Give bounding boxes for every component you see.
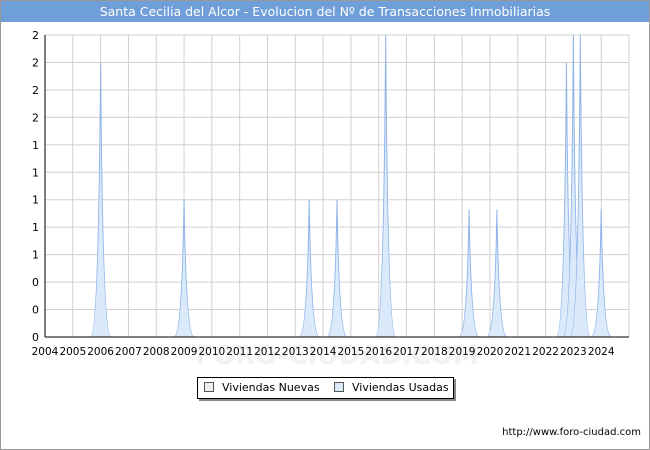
legend-label-nuevas: Viviendas Nuevas [222, 381, 320, 394]
x-tick-label: 2024 [588, 346, 615, 358]
legend-item-nuevas: Viviendas Nuevas [204, 381, 320, 395]
x-tick-label: 2014 [310, 346, 337, 358]
x-tick-label: 2008 [143, 346, 170, 358]
x-tick-label: 2021 [504, 346, 531, 358]
x-tick-label: 2017 [393, 346, 420, 358]
x-tick-label: 2020 [477, 346, 504, 358]
y-tick-label: 1 [32, 139, 39, 152]
x-tick-label: 2011 [226, 346, 253, 358]
legend-item-usadas: Viviendas Usadas [334, 381, 449, 395]
y-tick-label: 2 [32, 111, 39, 124]
x-tick-label: 2007 [115, 346, 142, 358]
x-tick-label: 2019 [449, 346, 476, 358]
x-tick-label: 2005 [59, 346, 86, 358]
x-tick-label: 2018 [421, 346, 448, 358]
legend: Viviendas Nuevas Viviendas Usadas [197, 377, 454, 399]
y-tick-label: 0 [32, 304, 39, 317]
legend-label-usadas: Viviendas Usadas [352, 381, 449, 394]
y-tick-label: 2 [32, 84, 39, 97]
x-tick-label: 2004 [32, 346, 59, 358]
x-tick-label: 2006 [87, 346, 114, 358]
y-tick-label: 1 [32, 249, 39, 262]
legend-swatch-usadas [334, 382, 344, 392]
x-tick-label: 2022 [532, 346, 559, 358]
y-tick-label: 1 [32, 194, 39, 207]
x-tick-label: 2009 [171, 346, 198, 358]
y-tick-label: 1 [32, 221, 39, 234]
y-tick-label: 2 [32, 29, 39, 42]
legend-swatch-nuevas [204, 382, 214, 392]
x-tick-label: 2023 [560, 346, 587, 358]
y-tick-label: 0 [32, 331, 39, 344]
y-tick-label: 2 [32, 56, 39, 69]
y-tick-label: 0 [32, 276, 39, 289]
y-tick-label: 1 [32, 166, 39, 179]
source-url: http://www.foro-ciudad.com [502, 427, 641, 438]
x-tick-label: 2015 [338, 346, 365, 358]
x-tick-label: 2013 [282, 346, 309, 358]
x-tick-label: 2016 [365, 346, 392, 358]
x-tick-label: 2010 [198, 346, 225, 358]
x-tick-label: 2012 [254, 346, 281, 358]
